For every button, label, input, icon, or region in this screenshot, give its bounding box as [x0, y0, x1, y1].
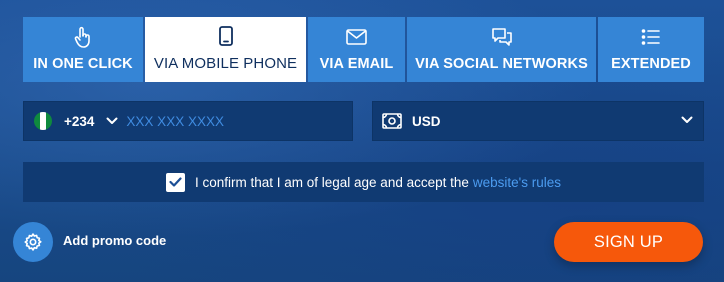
- tab-mobile-phone[interactable]: VIA MOBILE PHONE: [145, 17, 306, 82]
- gear-icon: [23, 232, 43, 252]
- checkmark-icon: [169, 177, 182, 187]
- nigeria-flag-icon[interactable]: [34, 112, 52, 130]
- tab-email[interactable]: VIA EMAIL: [308, 17, 405, 82]
- add-promo-label[interactable]: Add promo code: [63, 233, 166, 248]
- banknote-icon: [382, 113, 402, 129]
- age-confirmation: I confirm that I am of legal age and acc…: [23, 162, 704, 202]
- tab-social-networks[interactable]: VIA SOCIAL NETWORKS: [407, 17, 596, 82]
- registration-tabs: IN ONE CLICK VIA MOBILE PHONE VIA EMAIL …: [23, 17, 704, 82]
- website-rules-link[interactable]: website's rules: [473, 175, 561, 190]
- currency-select[interactable]: USD: [372, 101, 704, 141]
- country-code[interactable]: +234: [64, 114, 94, 129]
- tab-label: VIA EMAIL: [319, 56, 394, 72]
- tab-label: IN ONE CLICK: [33, 56, 133, 72]
- add-promo-button[interactable]: [13, 222, 53, 262]
- list-icon: [641, 26, 661, 48]
- tab-label: VIA MOBILE PHONE: [153, 55, 298, 72]
- confirm-checkbox[interactable]: [165, 172, 185, 192]
- chevron-down-icon[interactable]: [106, 117, 118, 125]
- phone-number-input[interactable]: [126, 102, 352, 140]
- chevron-down-icon: [681, 116, 693, 124]
- tab-extended[interactable]: EXTENDED: [598, 17, 704, 82]
- tab-label: EXTENDED: [611, 56, 691, 72]
- phone-field: +234: [23, 101, 353, 141]
- sign-up-button[interactable]: SIGN UP: [554, 222, 703, 262]
- envelope-icon: [346, 26, 367, 48]
- currency-value: USD: [412, 113, 441, 129]
- mobile-phone-icon: [218, 25, 233, 47]
- chat-bubbles-icon: [491, 26, 513, 48]
- confirm-text: I confirm that I am of legal age and acc…: [194, 174, 469, 190]
- tab-one-click[interactable]: IN ONE CLICK: [23, 17, 143, 82]
- pointer-hand-icon: [74, 26, 92, 48]
- tab-label: VIA SOCIAL NETWORKS: [415, 56, 588, 72]
